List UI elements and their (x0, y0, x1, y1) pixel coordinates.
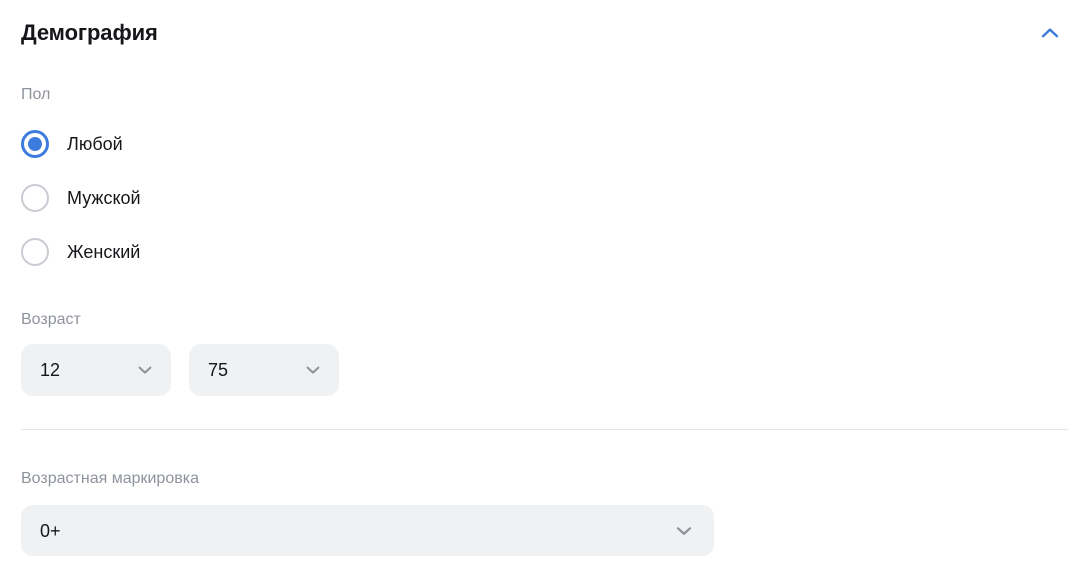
radio-option-any[interactable]: Любой (21, 127, 123, 161)
section-header: Демография (21, 16, 1068, 52)
radio-label-male: Мужской (67, 188, 141, 208)
chevron-down-icon (672, 519, 696, 543)
gender-field-label: Пол (21, 86, 51, 103)
chevron-up-icon (1038, 21, 1062, 45)
radio-option-female[interactable]: Женский (21, 235, 140, 269)
radio-label-female: Женский (67, 242, 141, 262)
radio-indicator-female[interactable] (21, 238, 49, 266)
page-title: Демография (21, 20, 158, 45)
radio-label-any: Любой (67, 134, 123, 154)
radio-option-male[interactable]: Мужской (21, 181, 141, 215)
age-rating-value: 0+ (40, 520, 61, 541)
age-from-select[interactable]: 12 (21, 344, 171, 396)
radio-indicator-male[interactable] (21, 184, 49, 212)
age-rating-field-label: Возрастная маркировка (21, 470, 199, 487)
age-to-value: 75 (208, 360, 229, 380)
radio-indicator-any[interactable] (21, 130, 49, 158)
age-field-label: Возраст (21, 311, 81, 328)
gender-radio-group: Любой Мужской Женский (21, 127, 441, 269)
chevron-down-icon (301, 358, 325, 382)
chevron-down-icon (133, 358, 157, 382)
age-rating-select[interactable]: 0+ (21, 505, 714, 556)
collapse-section-button[interactable] (1032, 16, 1068, 50)
section-divider (21, 429, 1068, 430)
demography-panel: Демография Пол Любой Мужской Женский Воз… (0, 0, 1089, 588)
age-from-value: 12 (40, 360, 61, 380)
age-to-select[interactable]: 75 (189, 344, 339, 396)
